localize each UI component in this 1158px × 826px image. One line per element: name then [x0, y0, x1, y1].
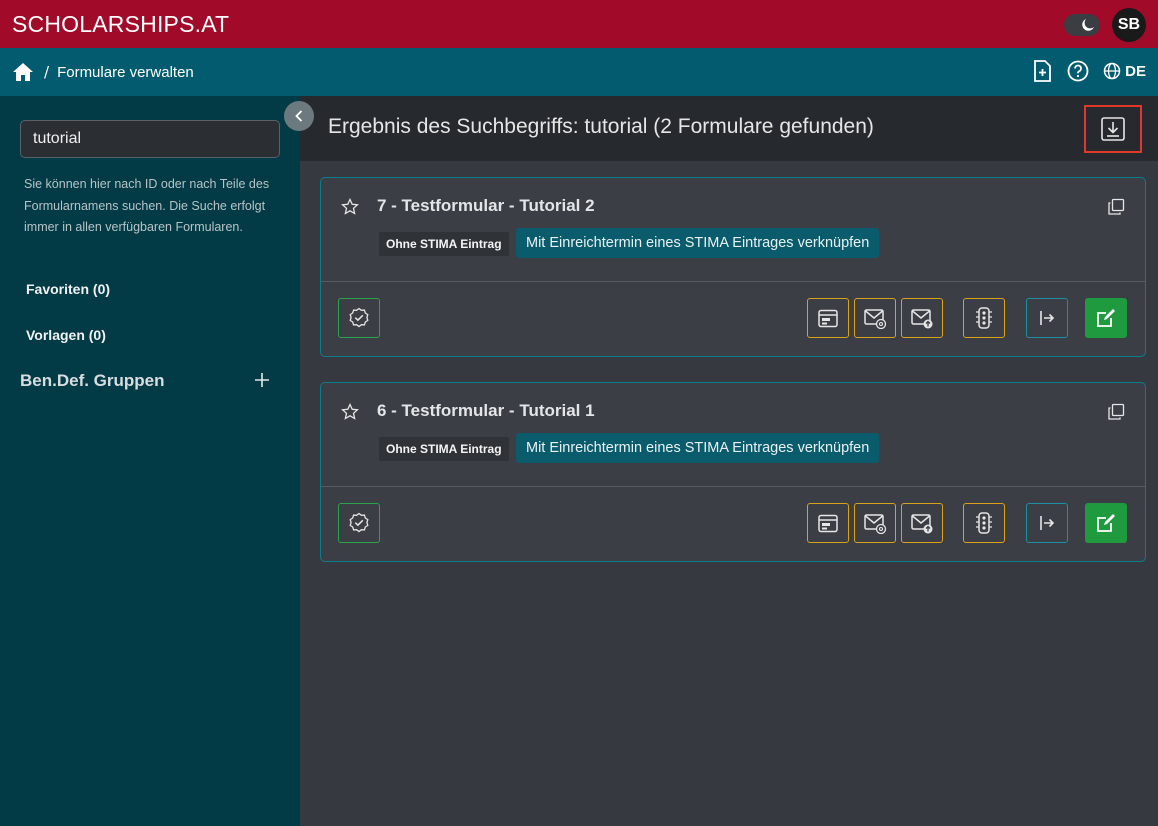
new-form-icon[interactable] — [1031, 60, 1053, 82]
form-card-actions — [321, 282, 1145, 356]
arrow-right-to-bar-icon — [1040, 311, 1055, 325]
arrow-right-to-bar-icon — [1040, 516, 1055, 530]
form-title[interactable]: 6 - Testformular - Tutorial 1 — [377, 401, 595, 421]
edit-icon — [1097, 309, 1115, 327]
search-input[interactable] — [20, 120, 280, 158]
status-badge: Ohne STIMA Eintrag — [379, 232, 509, 256]
form-card-actions — [321, 487, 1145, 561]
sidebar: Sie können hier nach ID oder nach Teile … — [0, 96, 300, 826]
chevron-left-icon — [295, 110, 303, 122]
email-upload-button[interactable] — [901, 503, 943, 543]
download-icon — [1101, 117, 1125, 141]
copy-icon[interactable] — [1107, 403, 1125, 421]
email-settings-button[interactable] — [854, 503, 896, 543]
mail-at-icon — [864, 514, 887, 534]
form-card: 6 - Testformular - Tutorial 1 Ohne STIMA… — [320, 382, 1146, 562]
form-title[interactable]: 7 - Testformular - Tutorial 2 — [377, 196, 595, 216]
mail-upload-icon — [911, 514, 933, 534]
home-icon[interactable] — [12, 61, 34, 83]
verified-badge-icon — [349, 512, 369, 533]
sidebar-item-favorites[interactable]: Favoriten (0) — [26, 281, 110, 297]
publish-button[interactable] — [338, 503, 380, 543]
dark-mode-toggle[interactable] — [1064, 14, 1100, 36]
status-traffic-light-button[interactable] — [963, 298, 1005, 338]
form-card: 7 - Testformular - Tutorial 2 Ohne STIMA… — [320, 177, 1146, 357]
link-stima-button[interactable]: Mit Einreichtermin eines STIMA Eintrages… — [516, 228, 880, 258]
search-hint: Sie können hier nach ID oder nach Teile … — [24, 177, 270, 234]
sidebar-item-templates[interactable]: Vorlagen (0) — [26, 327, 106, 343]
topbar-actions: SB — [1064, 8, 1146, 42]
moon-icon — [1082, 18, 1095, 31]
form-card-header: 6 - Testformular - Tutorial 1 Ohne STIMA… — [321, 383, 1145, 487]
status-badge: Ohne STIMA Eintrag — [379, 437, 509, 461]
result-header: Ergebnis des Suchbegriffs: tutorial (2 F… — [300, 96, 1158, 161]
traffic-light-icon — [976, 512, 992, 534]
open-form-button[interactable] — [1026, 298, 1068, 338]
calendar-icon — [818, 309, 838, 328]
email-upload-button[interactable] — [901, 298, 943, 338]
mail-at-icon — [864, 309, 887, 329]
link-stima-button[interactable]: Mit Einreichtermin eines STIMA Eintrages… — [516, 433, 880, 463]
export-button[interactable] — [1084, 105, 1142, 153]
collapse-sidebar-button[interactable] — [284, 101, 314, 131]
edit-form-button[interactable] — [1085, 503, 1127, 543]
calendar-button[interactable] — [807, 503, 849, 543]
edit-form-button[interactable] — [1085, 298, 1127, 338]
favorite-star-icon[interactable] — [341, 197, 359, 216]
mail-upload-icon — [911, 309, 933, 329]
breadcrumb-separator: / — [44, 63, 50, 81]
publish-button[interactable] — [338, 298, 380, 338]
breadcrumb-bar: / Formulare verwalten DE — [0, 48, 1158, 96]
brand-logo[interactable]: SCHOLARSHIPS.AT — [12, 11, 229, 38]
language-selector[interactable]: DE — [1103, 62, 1146, 80]
add-group-icon[interactable] — [252, 370, 272, 390]
verified-badge-icon — [349, 307, 369, 328]
copy-icon[interactable] — [1107, 198, 1125, 216]
traffic-light-icon — [976, 307, 992, 329]
groups-heading: Ben.Def. Gruppen — [20, 371, 165, 390]
status-traffic-light-button[interactable] — [963, 503, 1005, 543]
top-bar: SCHOLARSHIPS.AT SB — [0, 0, 1158, 48]
page-title: Ergebnis des Suchbegriffs: tutorial (2 F… — [328, 115, 874, 138]
open-form-button[interactable] — [1026, 503, 1068, 543]
help-icon[interactable] — [1067, 60, 1089, 82]
breadcrumb-current: Formulare verwalten — [57, 63, 194, 81]
language-code: DE — [1125, 62, 1146, 80]
form-card-header: 7 - Testformular - Tutorial 2 Ohne STIMA… — [321, 178, 1145, 282]
favorite-star-icon[interactable] — [341, 402, 359, 421]
calendar-button[interactable] — [807, 298, 849, 338]
globe-icon — [1103, 62, 1121, 80]
calendar-icon — [818, 514, 838, 533]
navbar-actions: DE — [1031, 60, 1146, 82]
email-settings-button[interactable] — [854, 298, 896, 338]
user-avatar[interactable]: SB — [1112, 8, 1146, 42]
edit-icon — [1097, 514, 1115, 532]
